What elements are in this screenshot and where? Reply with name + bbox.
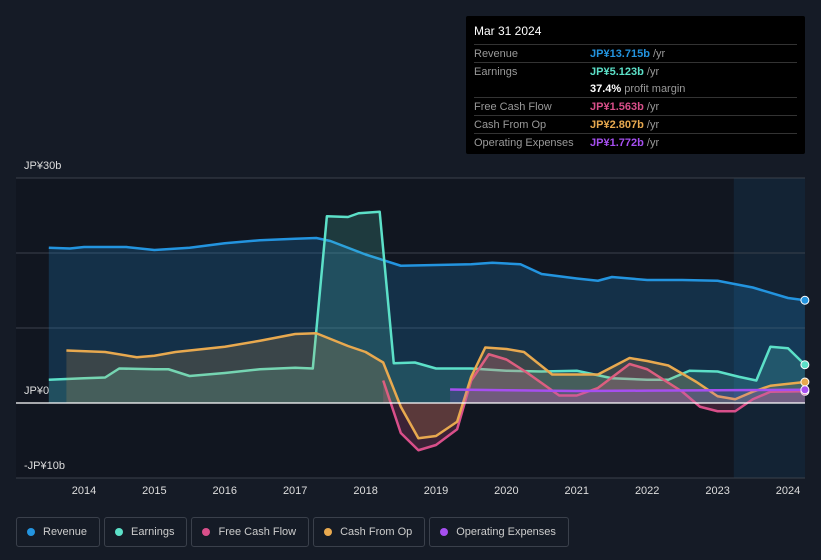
x-tick-label: 2022 (634, 485, 660, 497)
legend-label: Cash From Op (340, 526, 413, 538)
tooltip-value: JP¥5.123b (590, 65, 644, 78)
tooltip-row: 37.4% profit margin (474, 80, 797, 97)
tooltip-row: Cash From Op JP¥2.807b /yr (474, 115, 797, 133)
x-tick-label: 2015 (142, 485, 167, 497)
x-tick-label: 2017 (282, 485, 308, 497)
legend-item-free-cash-flow[interactable]: Free Cash Flow (191, 517, 310, 547)
legend-label: Earnings (131, 526, 175, 538)
tooltip-value: JP¥2.807b (590, 118, 644, 131)
legend-item-operating-expenses[interactable]: Operating Expenses (429, 517, 569, 547)
tooltip-row: Revenue JP¥13.715b /yr (474, 44, 797, 62)
x-tick-label: 2020 (494, 485, 519, 497)
operating-expenses-line (450, 388, 805, 393)
tooltip-row: Earnings JP¥5.123b /yr (474, 62, 797, 80)
x-tick-label: 2014 (71, 485, 97, 497)
x-tick-label: 2018 (353, 485, 378, 497)
legend-label: Revenue (43, 526, 88, 538)
tooltip-label: Cash From Op (474, 118, 547, 131)
tooltip-label: Operating Expenses (474, 136, 574, 149)
legend-dot-icon (115, 528, 124, 536)
tooltip-unit: /yr (646, 65, 660, 78)
tooltip-unit: /yr (646, 118, 660, 131)
cash-from-op-endpoint (800, 377, 810, 387)
tooltip-unit: /yr (646, 136, 660, 149)
x-tick-label: 2024 (775, 485, 801, 497)
tooltip-value: JP¥1.772b (590, 136, 644, 149)
tooltip-unit: profit margin (624, 82, 686, 95)
legend-item-earnings[interactable]: Earnings (104, 517, 188, 547)
tooltip-value: JP¥1.563b (590, 100, 644, 113)
tooltip-value: JP¥13.715b (590, 47, 650, 60)
tooltip-label: Free Cash Flow (474, 100, 552, 113)
legend-dot-icon (27, 528, 35, 536)
legend: Revenue Earnings Free Cash Flow Cash From O… (16, 517, 569, 547)
x-tick-label: 2019 (423, 485, 449, 497)
y-tick-label: -JP¥10b (24, 460, 65, 472)
legend-label: Operating Expenses (456, 526, 556, 538)
tooltip: Mar 31 2024 Revenue JP¥13.715b /yr Earning… (466, 16, 805, 154)
earnings-endpoint (800, 360, 810, 370)
x-tick-label: 2016 (212, 485, 238, 497)
revenue-endpoint (800, 295, 810, 305)
x-tick-label: 2023 (705, 485, 730, 497)
tooltip-unit: /yr (653, 47, 666, 60)
y-tick-label: JP¥0 (24, 385, 50, 397)
tooltip-label: Earnings (474, 65, 518, 78)
tooltip-row: Operating Expenses JP¥1.772b /yr (474, 133, 797, 151)
tooltip-label: Revenue (474, 47, 519, 60)
legend-item-cash-from-op[interactable]: Cash From Op (313, 517, 426, 547)
legend-dot-icon (324, 528, 333, 536)
tooltip-date: Mar 31 2024 (474, 24, 542, 38)
tooltip-unit: /yr (646, 100, 660, 113)
tooltip-value: 37.4% (590, 82, 622, 95)
x-tick-label: 2021 (564, 485, 590, 497)
legend-label: Free Cash Flow (218, 526, 297, 538)
legend-item-revenue[interactable]: Revenue (16, 517, 101, 547)
y-tick-label: JP¥30b (24, 160, 62, 172)
operating-expenses-endpoint (800, 385, 810, 395)
tooltip-row: Free Cash Flow JP¥1.563b /yr (474, 97, 797, 115)
legend-dot-icon (202, 528, 211, 536)
legend-dot-icon (440, 528, 449, 536)
